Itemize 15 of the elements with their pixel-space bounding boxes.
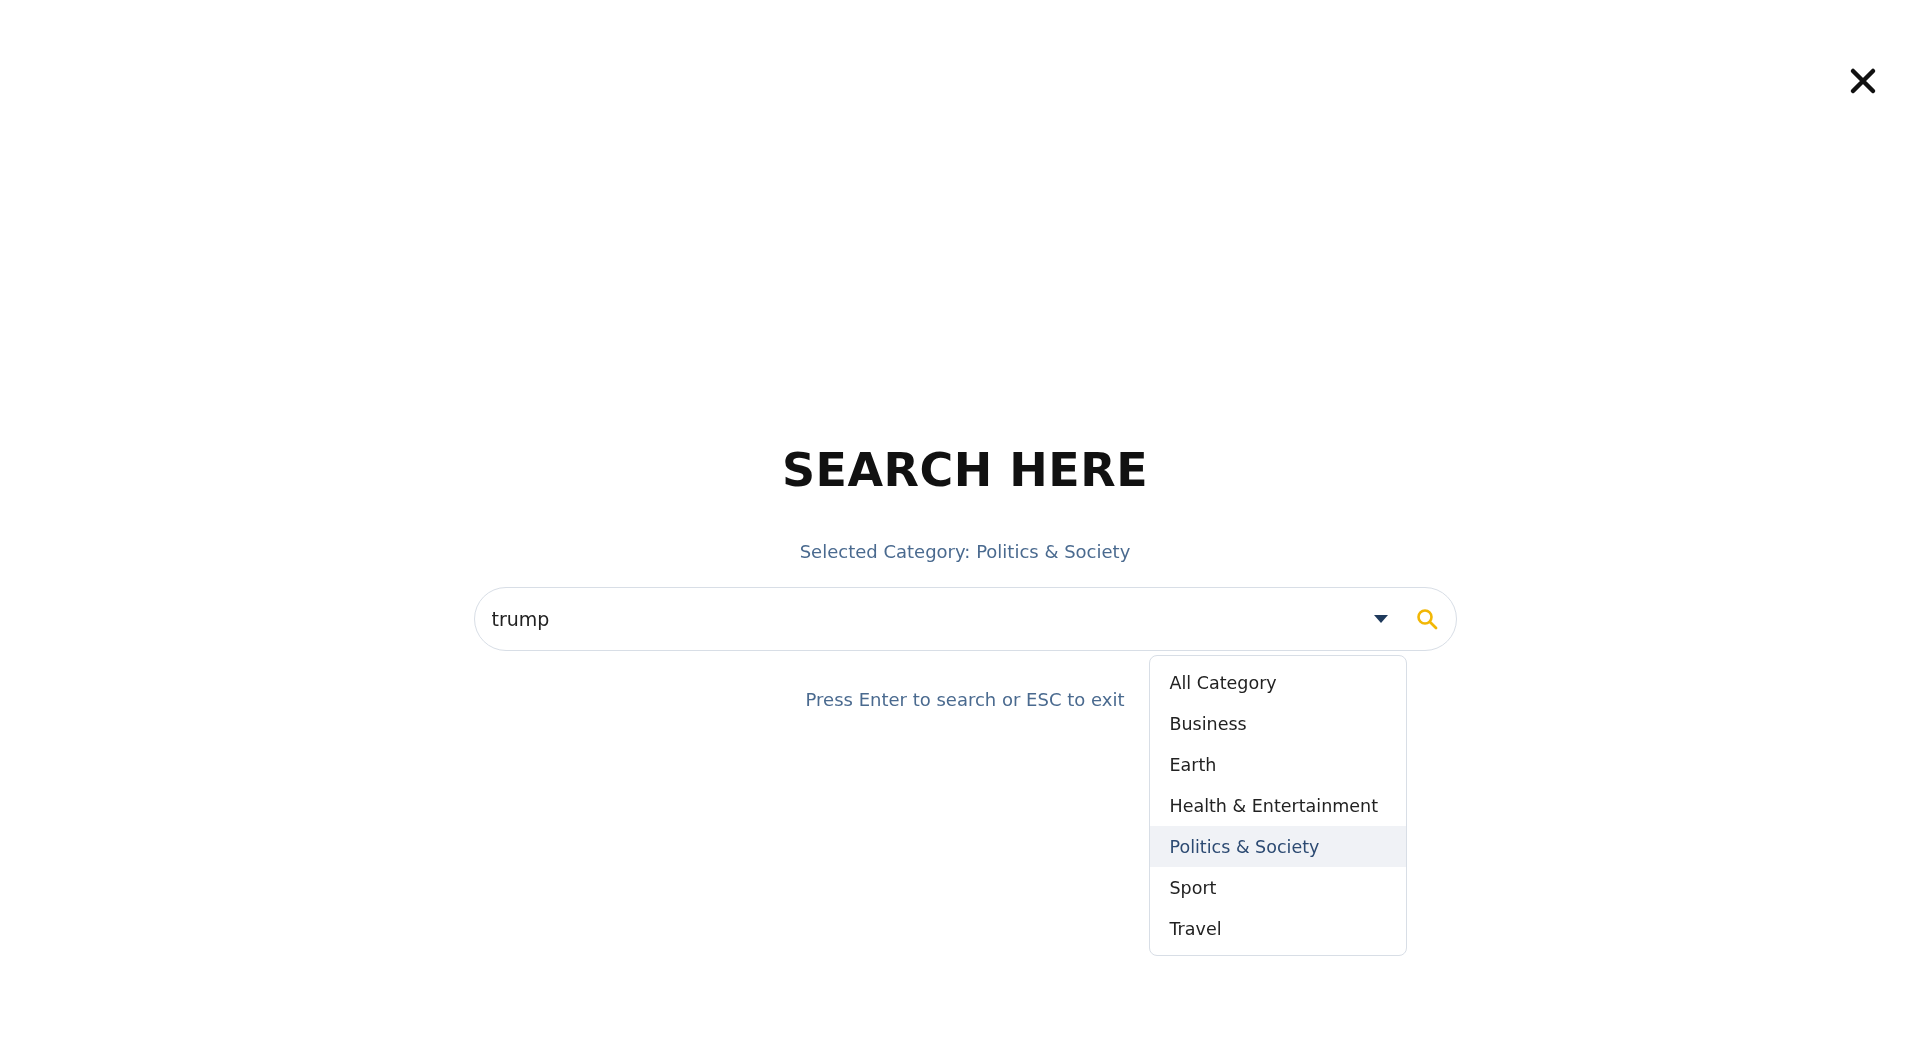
selected-category-text: Selected Category: Politics & Society — [799, 540, 1131, 564]
category-option[interactable]: Health & Entertainment — [1149, 785, 1406, 826]
search-icon — [1415, 608, 1438, 630]
category-option[interactable]: Earth — [1149, 744, 1406, 785]
search-input[interactable]: trump — [489, 607, 1350, 631]
search-field[interactable]: trump — [473, 587, 1457, 651]
hint-text: Press Enter to search or ESC to exit — [805, 688, 1125, 712]
category-option[interactable]: Politics & Society — [1149, 826, 1406, 867]
category-option[interactable]: All Category — [1149, 662, 1406, 703]
category-option[interactable]: Business — [1149, 703, 1406, 744]
close-icon — [1849, 67, 1877, 95]
category-option[interactable]: Sport — [1149, 867, 1406, 908]
caret-icon — [1373, 615, 1388, 623]
page-title: SEARCH HERE — [781, 442, 1149, 499]
category-option[interactable]: Travel — [1149, 908, 1406, 949]
